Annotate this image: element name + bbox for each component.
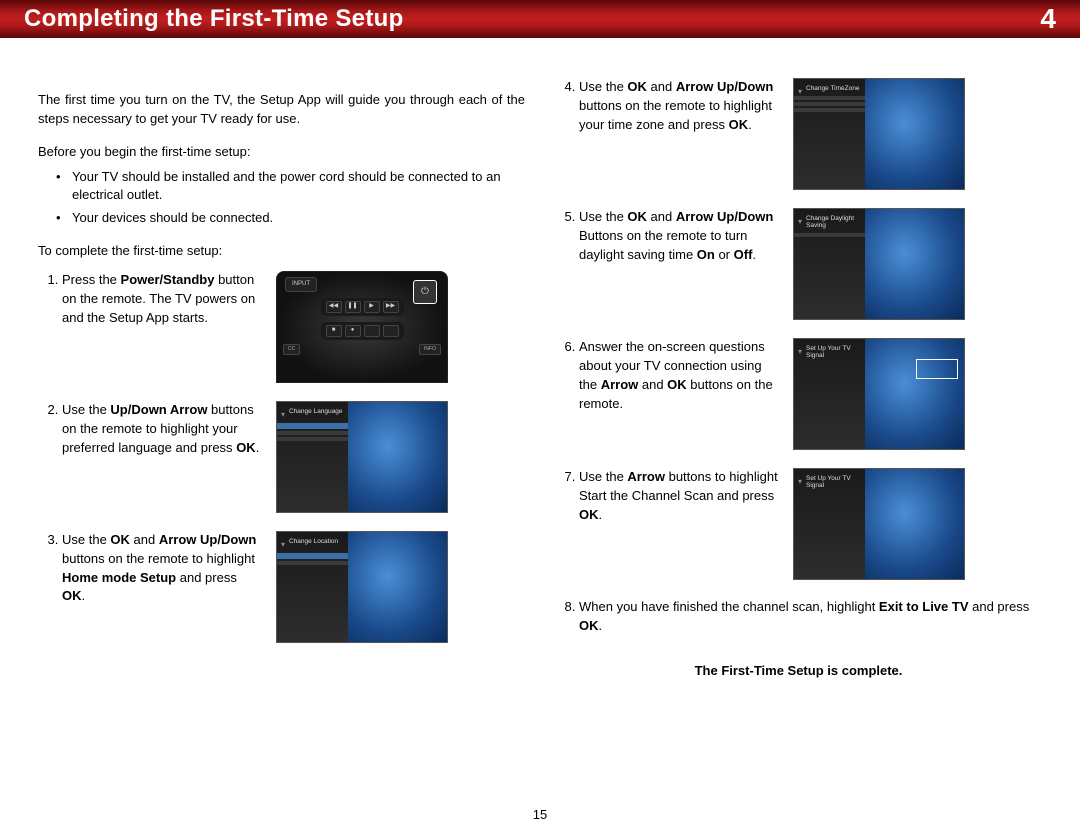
remote-power-button: ⏻ (413, 280, 437, 304)
step-8: When you have finished the channel scan,… (579, 598, 1042, 636)
content-columns: The first time you turn on the TV, the S… (0, 38, 1080, 681)
step-2: Use the Up/Down Arrow buttons on the rem… (62, 401, 525, 513)
remote-info-button: INFO (419, 344, 441, 355)
prerequisite-list: Your TV should be installed and the powe… (38, 168, 525, 229)
page-number: 15 (0, 807, 1080, 822)
vizio-logo-icon: ▾ (798, 216, 802, 228)
vizio-logo-icon: ▾ (798, 86, 802, 98)
highlight-box (916, 359, 958, 379)
header-bar: Completing the First-Time Setup 4 (0, 0, 1080, 38)
step-1-text: Press the Power/Standby button on the re… (62, 271, 262, 328)
completion-message: The First-Time Setup is complete. (555, 662, 1042, 681)
step-1: Press the Power/Standby button on the re… (62, 271, 525, 383)
chapter-number: 4 (1040, 3, 1056, 35)
before-heading: Before you begin the first-time setup: (38, 143, 525, 162)
intro-paragraph: The first time you turn on the TV, the S… (38, 91, 525, 129)
tv-screenshot-language: ▾ Change Language (276, 401, 448, 513)
page-title: Completing the First-Time Setup (24, 5, 404, 33)
steps-right: Use the OK and Arrow Up/Down buttons on … (555, 78, 1042, 636)
remote-input-button: INPUT (285, 277, 317, 292)
step-4-text: Use the OK and Arrow Up/Down buttons on … (579, 78, 779, 135)
vizio-logo-icon: ▾ (798, 476, 802, 488)
vizio-logo-icon: ▾ (281, 409, 285, 421)
step-2-text: Use the Up/Down Arrow buttons on the rem… (62, 401, 262, 458)
remote-play-icon: ▶ (364, 301, 380, 313)
to-complete-heading: To complete the first-time setup: (38, 242, 525, 261)
remote-cc-button: CC (283, 344, 300, 355)
step-6: Answer the on-screen questions about you… (579, 338, 1042, 450)
prereq-item-2: Your devices should be connected. (72, 209, 525, 228)
step-4: Use the OK and Arrow Up/Down buttons on … (579, 78, 1042, 190)
right-column: Use the OK and Arrow Up/Down buttons on … (555, 78, 1042, 681)
step-5: Use the OK and Arrow Up/Down Buttons on … (579, 208, 1042, 320)
vizio-logo-icon: ▾ (281, 539, 285, 551)
step-7: Use the Arrow buttons to highlight Start… (579, 468, 1042, 580)
step-7-text: Use the Arrow buttons to highlight Start… (579, 468, 779, 525)
steps-left: Press the Power/Standby button on the re… (38, 271, 525, 643)
step-5-text: Use the OK and Arrow Up/Down Buttons on … (579, 208, 779, 265)
step-8-text: When you have finished the channel scan,… (579, 598, 1042, 636)
prereq-item-1: Your TV should be installed and the powe… (72, 168, 525, 206)
remote-rewind-icon: ◀◀ (326, 301, 342, 313)
step-3: Use the OK and Arrow Up/Down buttons on … (62, 531, 525, 643)
remote-rec-icon: ● (345, 325, 361, 337)
step-3-text: Use the OK and Arrow Up/Down buttons on … (62, 531, 262, 606)
remote-pause-icon: ❚❚ (345, 301, 361, 313)
tv-screenshot-location: ▾ Change Location (276, 531, 448, 643)
tv-screenshot-signal-1: ▾ Set Up Your TV Signal (793, 338, 965, 450)
remote-stop-icon: ■ (326, 325, 342, 337)
left-column: The first time you turn on the TV, the S… (38, 78, 525, 681)
tv-screenshot-daylight: ▾ Change Daylight Saving (793, 208, 965, 320)
vizio-logo-icon: ▾ (798, 346, 802, 358)
remote-image: INPUT ⏻ ◀◀ ❚❚ ▶ ▶▶ ■ ● (276, 271, 448, 383)
tv-screenshot-timezone: ▾ Change TimeZone (793, 78, 965, 190)
tv-screenshot-signal-2: ▾ Set Up Your TV Signal (793, 468, 965, 580)
step-6-text: Answer the on-screen questions about you… (579, 338, 779, 413)
remote-ff-icon: ▶▶ (383, 301, 399, 313)
